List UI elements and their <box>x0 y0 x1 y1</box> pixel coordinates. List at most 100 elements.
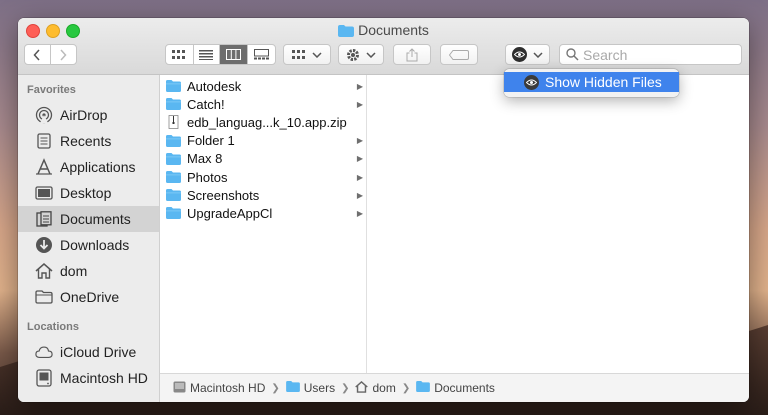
disk-icon <box>35 369 53 387</box>
sidebar-item-documents[interactable]: Documents <box>18 206 159 232</box>
group-by-button[interactable] <box>283 44 331 65</box>
sidebar-item-macintosh-hd[interactable]: Macintosh HD <box>18 365 159 391</box>
disclosure-arrow-icon: ▶ <box>356 208 363 218</box>
view-mode-buttons <box>165 44 276 65</box>
toolbar: Documents <box>18 18 749 75</box>
folder-icon <box>166 207 181 220</box>
search-input[interactable] <box>579 45 735 64</box>
share-button[interactable] <box>393 44 431 65</box>
sidebar-item-recents[interactable]: Recents <box>18 128 159 154</box>
action-button[interactable] <box>338 44 384 65</box>
group-grid-icon <box>292 49 305 59</box>
icon-view-button[interactable] <box>166 45 194 64</box>
gallery-view-button[interactable] <box>248 45 275 64</box>
cloud-icon <box>35 343 53 361</box>
sidebar-item-airdrop[interactable]: AirDrop <box>18 102 159 128</box>
favorites-header: Favorites <box>27 84 76 96</box>
airdrop-icon <box>35 106 53 124</box>
forward-button[interactable] <box>51 45 76 64</box>
sidebar-item-label: Recents <box>60 133 112 149</box>
file-row-catch[interactable]: Catch! ▶ <box>160 95 366 113</box>
file-name: edb_languag...k_10.app.zip <box>187 114 347 130</box>
file-name: Photos <box>187 169 228 185</box>
search-field[interactable] <box>559 44 742 65</box>
file-row-folder1[interactable]: Folder 1 ▶ <box>160 132 366 150</box>
folder-icon <box>166 171 181 184</box>
tag-icon <box>449 49 469 60</box>
path-item-documents[interactable]: Documents <box>434 381 495 395</box>
folder-icon <box>166 189 181 202</box>
disclosure-arrow-icon: ▶ <box>356 172 363 182</box>
path-separator-icon: ❯ <box>401 382 411 394</box>
sidebar-item-label: Applications <box>60 159 136 175</box>
folder-icon <box>166 80 181 93</box>
menu-item-label: Show Hidden Files <box>545 74 662 90</box>
file-row-screenshots[interactable]: Screenshots ▶ <box>160 186 366 204</box>
folder-icon <box>35 288 53 306</box>
file-row-photos[interactable]: Photos ▶ <box>160 168 366 186</box>
chevron-right-icon <box>60 48 67 61</box>
sidebar-item-label: Desktop <box>60 185 112 201</box>
chevron-down-icon <box>366 51 376 58</box>
disk-icon <box>173 381 186 396</box>
column-view-button[interactable] <box>220 45 248 64</box>
documents-icon <box>35 210 53 228</box>
file-row-upgradeappcl[interactable]: UpgradeAppCl ▶ <box>160 204 366 222</box>
window-title: Documents <box>18 22 749 40</box>
file-column: Autodesk ▶ Catch! ▶ edb_languag...k_10.a… <box>160 75 367 373</box>
file-row-autodesk[interactable]: Autodesk ▶ <box>160 77 366 95</box>
show-hidden-toggle[interactable] <box>505 44 550 65</box>
tags-button[interactable] <box>440 44 478 65</box>
search-icon <box>566 48 579 61</box>
disclosure-arrow-icon: ▶ <box>356 190 363 200</box>
sidebar-item-label: Macintosh HD <box>60 370 148 386</box>
folder-icon <box>416 381 431 395</box>
gallery-icon <box>253 49 269 60</box>
gear-icon <box>347 48 359 61</box>
home-icon <box>35 262 53 280</box>
show-hidden-files-menu-item[interactable]: Show Hidden Files <box>504 72 679 92</box>
applications-icon <box>35 158 53 176</box>
sidebar-item-desktop[interactable]: Desktop <box>18 180 159 206</box>
folder-icon <box>285 381 300 395</box>
recents-icon <box>35 132 53 150</box>
back-button[interactable] <box>25 45 51 64</box>
home-icon <box>355 380 369 396</box>
sidebar-item-label: dom <box>60 263 88 279</box>
path-item-users[interactable]: Users <box>304 381 335 395</box>
eye-icon <box>524 74 539 90</box>
file-name: Autodesk <box>187 78 242 94</box>
share-icon <box>406 47 418 61</box>
path-separator-icon: ❯ <box>341 382 350 394</box>
sidebar-item-dom[interactable]: dom <box>18 258 159 284</box>
path-item-macintosh-hd[interactable]: Macintosh HD <box>190 381 265 395</box>
sidebar: Favorites AirDrop Recents Applications D… <box>18 75 160 402</box>
sidebar-item-label: OneDrive <box>60 289 120 305</box>
folder-icon <box>166 152 181 165</box>
list-view-button[interactable] <box>194 45 221 64</box>
list-icon <box>199 49 214 60</box>
sidebar-item-label: AirDrop <box>60 107 108 123</box>
zip-file-icon <box>168 115 179 130</box>
sidebar-item-label: iCloud Drive <box>60 344 137 360</box>
chevron-down-icon <box>312 51 322 58</box>
sidebar-item-applications[interactable]: Applications <box>18 154 159 180</box>
file-row-zip[interactable]: edb_languag...k_10.app.zip <box>160 113 366 131</box>
eye-icon <box>512 47 527 62</box>
file-name: Folder 1 <box>187 133 235 149</box>
folder-icon <box>166 134 181 147</box>
sidebar-item-onedrive[interactable]: OneDrive <box>18 284 159 310</box>
file-name: UpgradeAppCl <box>187 205 273 221</box>
chevron-down-icon <box>533 51 543 58</box>
path-bar: Macintosh HD ❯ Users ❯ dom ❯ Documents <box>160 373 749 402</box>
file-name: Catch! <box>187 96 225 112</box>
path-separator-icon: ❯ <box>271 382 280 394</box>
sidebar-item-downloads[interactable]: Downloads <box>18 232 159 258</box>
folder-icon <box>166 98 181 111</box>
file-name: Max 8 <box>187 151 223 167</box>
window-title-text: Documents <box>358 22 429 38</box>
file-row-max8[interactable]: Max 8 ▶ <box>160 150 366 168</box>
chevron-left-icon <box>33 48 40 61</box>
path-item-dom[interactable]: dom <box>372 381 395 395</box>
sidebar-item-icloud[interactable]: iCloud Drive <box>18 339 159 365</box>
